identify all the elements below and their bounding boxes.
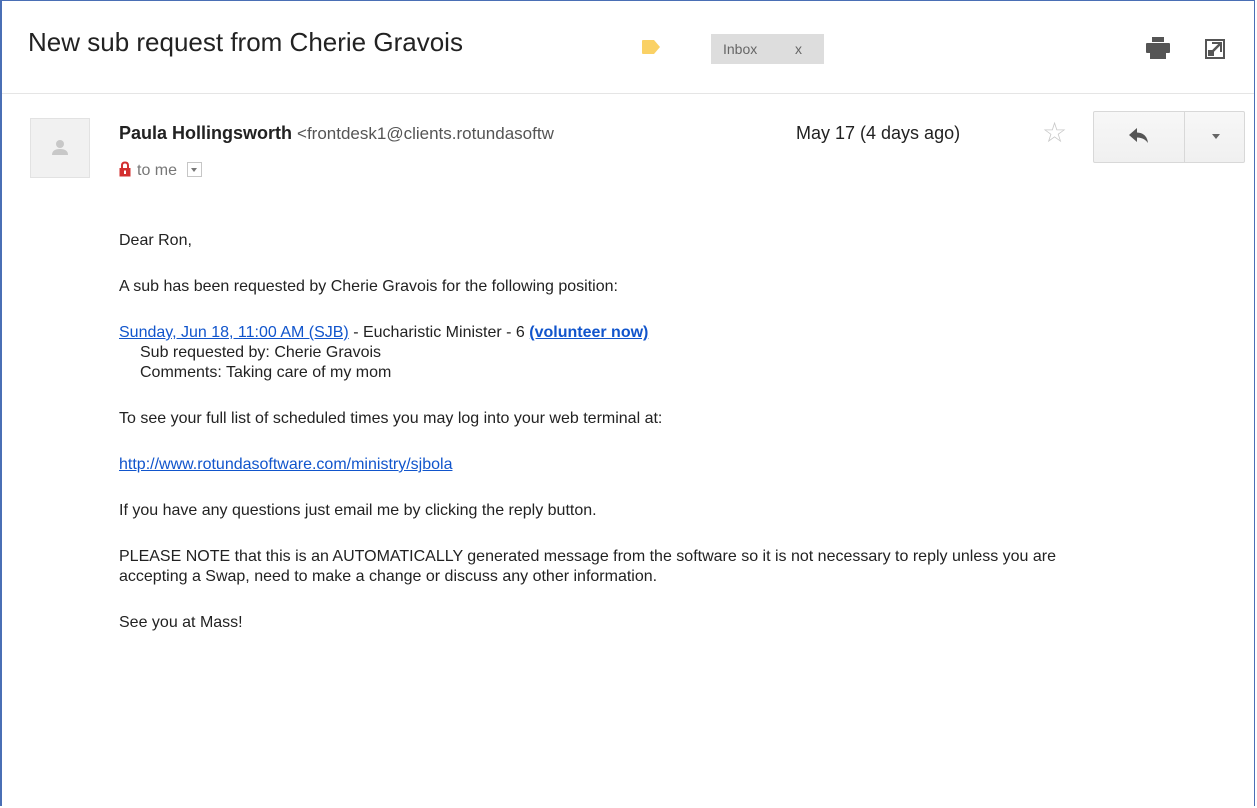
position-detail: - Eucharistic Minister - 6 <box>348 324 530 341</box>
label-tag-icon[interactable] <box>642 40 660 54</box>
intro-text: A sub has been requested by Cherie Gravo… <box>119 278 618 295</box>
star-icon[interactable]: ☆ <box>1042 119 1067 147</box>
show-details-dropdown[interactable] <box>187 162 203 177</box>
note-text: PLEASE NOTE that this is an AUTOMATICALL… <box>119 548 1057 585</box>
inbox-label-chip[interactable]: Inbox x <box>711 34 824 64</box>
remove-label-button[interactable]: x <box>795 34 802 64</box>
message-body: Dear Ron, A sub has been requested by Ch… <box>119 231 1119 633</box>
subject-bar: New sub request from Cherie Gravois Inbo… <box>2 1 1254 94</box>
web-terminal-link[interactable]: http://www.rotundasoftware.com/ministry/… <box>119 456 452 473</box>
volunteer-now-link[interactable]: (volunteer now) <box>529 324 648 341</box>
sender-name[interactable]: Paula Hollingsworth <box>119 123 292 143</box>
sub-requested-by: Sub requested by: Cherie Gravois <box>140 344 382 361</box>
lock-icon <box>119 161 131 177</box>
sender-email: <frontdesk1@clients.rotundasoftw <box>297 124 554 143</box>
comments: Comments: Taking care of my mom <box>140 364 392 381</box>
questions-text: If you have any questions just email me … <box>119 502 597 519</box>
reply-button[interactable] <box>1094 112 1184 162</box>
reply-icon <box>1129 128 1148 143</box>
email-view: New sub request from Cherie Gravois Inbo… <box>0 0 1255 806</box>
sender-avatar <box>30 118 90 178</box>
more-options-button[interactable] <box>1184 112 1245 162</box>
new-window-icon[interactable] <box>1205 39 1225 59</box>
signoff-text: See you at Mass! <box>119 614 243 631</box>
default-avatar-icon <box>52 140 68 155</box>
message-date: May 17 (4 days ago) <box>796 123 961 143</box>
recipient-line: to me <box>119 161 203 180</box>
inbox-label-text: Inbox <box>723 41 758 57</box>
greeting: Dear Ron, <box>119 232 192 249</box>
position-line: Sunday, Jun 18, 11:00 AM (SJB) - Euchari… <box>119 323 1119 343</box>
recipient-text: to me <box>137 162 178 179</box>
print-icon[interactable] <box>1146 37 1170 59</box>
email-subject: New sub request from Cherie Gravois <box>28 27 463 57</box>
position-link[interactable]: Sunday, Jun 18, 11:00 AM (SJB) <box>119 324 349 341</box>
see-list-text: To see your full list of scheduled times… <box>119 410 663 427</box>
reply-button-group <box>1093 111 1245 163</box>
sender-line: Paula Hollingsworth <frontdesk1@clients.… <box>119 123 731 144</box>
